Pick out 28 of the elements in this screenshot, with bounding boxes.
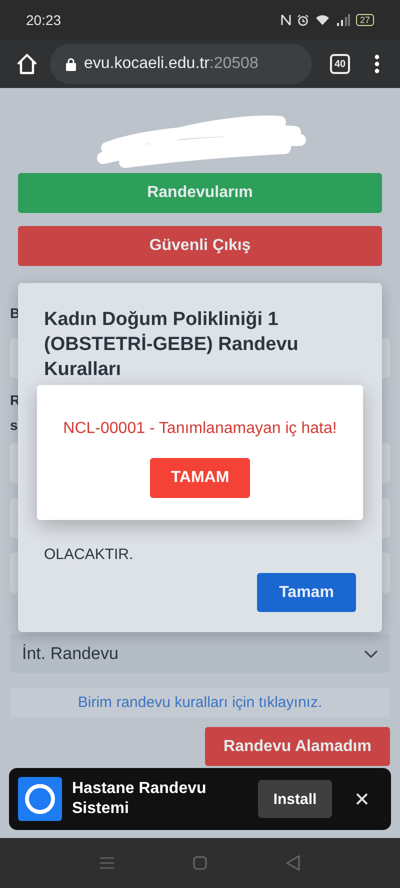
cannot-book-button[interactable]: Randevu Alamadım bbox=[205, 727, 390, 766]
status-time: 20:23 bbox=[26, 12, 62, 28]
rules-text: OLACAKTIR. bbox=[44, 546, 134, 563]
close-icon[interactable] bbox=[356, 793, 368, 805]
wifi-icon bbox=[314, 14, 330, 26]
ok-button[interactable]: Tamam bbox=[257, 573, 356, 612]
app-icon bbox=[18, 777, 62, 821]
nfc-icon bbox=[280, 14, 291, 26]
battery-indicator: 27 bbox=[356, 14, 374, 26]
more-icon[interactable] bbox=[374, 54, 380, 74]
alarm-icon bbox=[296, 14, 309, 26]
signal-icon bbox=[336, 14, 350, 26]
rules-link[interactable]: Birim randevu kuralları için tıklayınız. bbox=[78, 694, 322, 711]
confirm-button[interactable]: TAMAM bbox=[150, 458, 250, 498]
appointments-button[interactable]: Randevularım bbox=[18, 173, 382, 213]
app-name: Hastane Randevu Sistemi bbox=[72, 779, 208, 819]
lock-icon bbox=[66, 58, 76, 70]
address-bar[interactable]: evu.kocaeli.edu.tr:20508 bbox=[50, 44, 312, 84]
install-button[interactable]: Install bbox=[258, 780, 332, 818]
url-text: evu.kocaeli.edu.tr:20508 bbox=[84, 55, 258, 73]
select-field[interactable]: İnt. Randevu bbox=[10, 634, 390, 673]
modal-title: Kadın Doğum Polikliniği 1 (OBSTETRİ-GEBE) Randevu Kuralları bbox=[44, 308, 300, 382]
select-value: İnt. Randevu bbox=[22, 644, 118, 664]
field-label: s bbox=[10, 416, 18, 435]
error-message: NCL-00001 - Tanımlanamayan iç hata! bbox=[63, 420, 337, 438]
logout-button[interactable]: Güvenli Çıkış bbox=[18, 226, 382, 266]
chevron-down-icon bbox=[364, 650, 378, 658]
tab-count-button[interactable]: 40 bbox=[330, 54, 350, 74]
